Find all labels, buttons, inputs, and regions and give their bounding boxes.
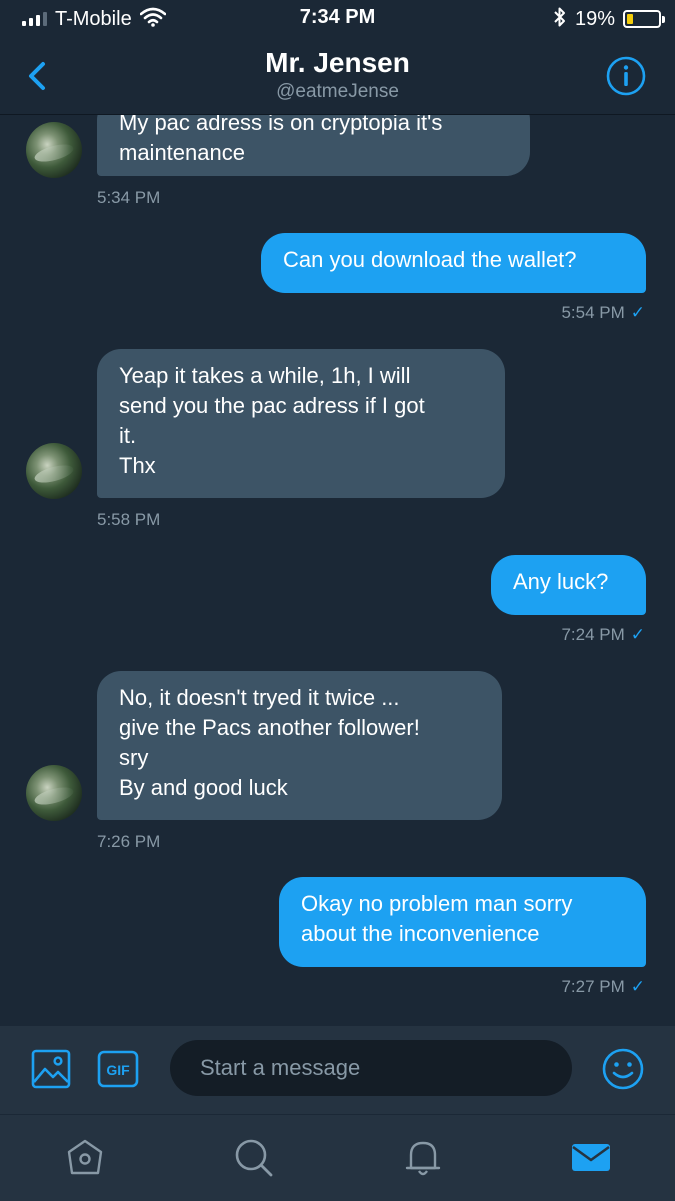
message-time: 7:26 PM xyxy=(97,832,161,851)
conversation-title-block[interactable]: Mr. Jensen @eatmeJense xyxy=(0,46,675,104)
battery-percent: 19% xyxy=(574,7,615,30)
image-icon xyxy=(31,1049,71,1089)
bluetooth-icon xyxy=(553,6,567,33)
message-time-row: 7:27 PM ✓ xyxy=(561,977,645,997)
battery-icon xyxy=(623,10,665,28)
mail-icon xyxy=(572,1144,610,1171)
gif-icon: GIF xyxy=(97,1050,139,1088)
conversation-handle: @eatmeJense xyxy=(276,81,399,102)
battery-level xyxy=(627,14,633,24)
incoming-message[interactable]: Yeap it takes a while, 1h, I will send y… xyxy=(97,349,505,498)
contact-avatar[interactable] xyxy=(26,122,82,178)
add-photo-button[interactable] xyxy=(30,1048,72,1090)
message-composer: GIF xyxy=(0,1026,675,1114)
conversation-header: Mr. Jensen @eatmeJense xyxy=(0,38,675,115)
tab-home[interactable] xyxy=(63,1135,107,1179)
outgoing-message[interactable]: Okay no problem man sorry about the inco… xyxy=(279,877,646,967)
message-time: 5:58 PM xyxy=(97,510,161,529)
outgoing-message[interactable]: Any luck? xyxy=(491,555,646,615)
read-check-icon: ✓ xyxy=(630,977,645,996)
search-icon xyxy=(235,1139,273,1177)
tab-messages[interactable] xyxy=(569,1135,613,1179)
bell-icon xyxy=(405,1141,441,1176)
conversation-title: Mr. Jensen xyxy=(265,47,410,78)
message-time: 7:27 PM xyxy=(561,977,625,996)
message-thread[interactable]: My pac adress is on cryptopia it's maint… xyxy=(0,115,675,1025)
message-time: 7:24 PM xyxy=(561,625,625,644)
status-right: 19% xyxy=(553,5,665,33)
tab-bar xyxy=(0,1114,675,1201)
emoji-button[interactable] xyxy=(601,1047,645,1091)
contact-avatar[interactable] xyxy=(26,443,82,499)
read-check-icon: ✓ xyxy=(630,625,645,644)
contact-avatar[interactable] xyxy=(26,765,82,821)
status-bar: T-Mobile 7:34 PM 19% xyxy=(0,0,675,38)
outgoing-message[interactable]: Can you download the wallet? xyxy=(261,233,646,293)
message-input[interactable] xyxy=(170,1040,572,1096)
home-icon xyxy=(67,1139,103,1175)
incoming-message[interactable]: My pac adress is on cryptopia it's maint… xyxy=(97,115,530,176)
message-time: 5:54 PM xyxy=(561,303,625,322)
tab-notifications[interactable] xyxy=(401,1135,445,1179)
gif-button[interactable]: GIF xyxy=(97,1050,139,1088)
message-time-row: 7:24 PM ✓ xyxy=(561,625,645,645)
emoji-icon xyxy=(602,1048,644,1090)
message-time: 5:34 PM xyxy=(97,188,161,207)
info-button[interactable] xyxy=(605,55,647,97)
gif-label: GIF xyxy=(106,1062,130,1078)
read-check-icon: ✓ xyxy=(630,303,645,322)
message-time-row: 5:54 PM ✓ xyxy=(561,303,645,323)
tab-search[interactable] xyxy=(231,1135,275,1179)
incoming-message[interactable]: No, it doesn't tryed it twice ... give t… xyxy=(97,671,502,820)
info-icon xyxy=(606,56,646,96)
